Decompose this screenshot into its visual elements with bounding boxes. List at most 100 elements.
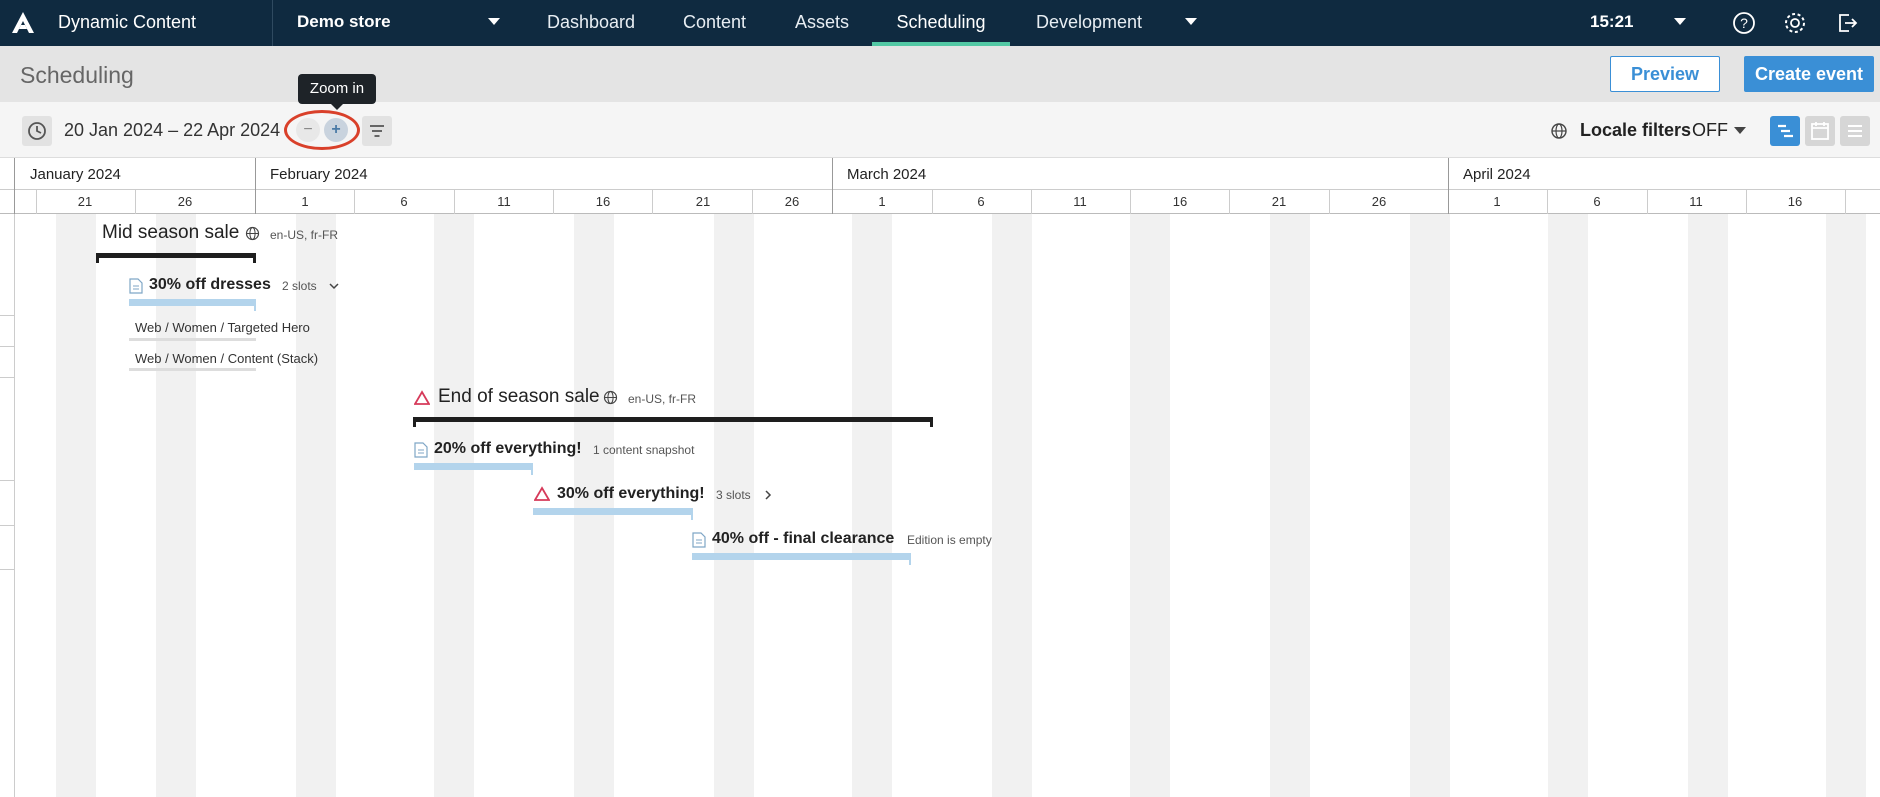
nav-dashboard[interactable]: Dashboard <box>547 0 635 46</box>
edition-title[interactable]: 30% off dresses <box>149 276 271 294</box>
logo-icon[interactable] <box>10 10 36 36</box>
month-separator <box>255 158 256 214</box>
weekend-shade <box>714 214 754 797</box>
create-event-button[interactable]: Create event <box>1744 56 1874 92</box>
nav-development[interactable]: Development <box>1036 0 1142 46</box>
logout-icon[interactable] <box>1834 10 1860 36</box>
page-header: Scheduling Preview Create event <box>0 46 1880 102</box>
day-tick <box>1547 190 1548 214</box>
date-range-label[interactable]: 20 Jan 2024 – 22 Apr 2024 <box>64 120 280 141</box>
weekend-shade <box>992 214 1032 797</box>
left-axis-tick <box>0 315 14 316</box>
month-label: January 2024 <box>30 166 121 183</box>
left-axis-tick <box>0 346 14 347</box>
development-caret-down-icon[interactable] <box>1185 18 1197 25</box>
slot-label[interactable]: Web / Women / Content (Stack) <box>135 351 318 366</box>
day-tick <box>454 190 455 214</box>
page-title: Scheduling <box>20 62 134 88</box>
edition-title[interactable]: 40% off - final clearance <box>712 530 894 548</box>
day-label: 11 <box>497 194 511 209</box>
svg-text:?: ? <box>1740 15 1748 31</box>
event-title[interactable]: End of season sale <box>438 386 600 408</box>
month-header-row: January 2024 February 2024 March 2024 Ap… <box>0 158 1880 190</box>
edition-slots-count[interactable]: 2 slots <box>282 279 317 293</box>
edition-title[interactable]: 20% off everything! <box>434 440 582 458</box>
slot-bar <box>129 368 256 371</box>
day-label: 26 <box>784 194 800 209</box>
store-caret-down-icon[interactable] <box>488 18 500 25</box>
event-bar[interactable] <box>413 417 933 427</box>
edition-title[interactable]: 30% off everything! <box>557 485 705 503</box>
zoom-in-button[interactable]: + <box>324 118 348 142</box>
zoom-in-tooltip: Zoom in <box>298 74 376 110</box>
day-label: 26 <box>1371 194 1387 209</box>
weekend-shade <box>1270 214 1310 797</box>
slot-bar <box>129 338 256 341</box>
date-range-button[interactable] <box>22 116 52 146</box>
day-label: 1 <box>878 194 886 209</box>
app-name: Dynamic Content <box>58 12 197 32</box>
list-view-button[interactable] <box>1840 116 1870 146</box>
day-tick <box>1845 190 1846 214</box>
edition-slots-count[interactable]: 3 slots <box>716 488 751 502</box>
day-tick <box>652 190 653 214</box>
day-label: 16 <box>1172 194 1188 209</box>
chevron-right-icon[interactable] <box>762 489 774 501</box>
gear-icon[interactable] <box>1782 10 1808 36</box>
locale-caret-down-icon[interactable] <box>1734 127 1746 134</box>
time-caret-down-icon[interactable] <box>1674 18 1686 25</box>
clock-icon <box>28 122 46 140</box>
filter-button[interactable] <box>362 116 392 146</box>
day-label: 6 <box>1593 194 1601 209</box>
timeline-view-button[interactable] <box>1770 116 1800 146</box>
slot-label[interactable]: Web / Women / Targeted Hero <box>135 320 310 335</box>
weekend-shade <box>56 214 96 797</box>
day-label: 11 <box>1073 194 1087 209</box>
calendar-view-button[interactable] <box>1805 116 1835 146</box>
preview-button[interactable]: Preview <box>1610 56 1720 92</box>
month-separator <box>832 158 833 214</box>
zoom-out-button[interactable]: − <box>296 118 320 142</box>
globe-icon <box>245 226 260 241</box>
top-bar: Dynamic Content Demo store Dashboard Con… <box>0 0 1880 46</box>
day-label: 21 <box>1271 194 1287 209</box>
day-tick <box>354 190 355 214</box>
month-label: March 2024 <box>847 166 927 183</box>
locale-filters-toggle[interactable]: OFF <box>1692 120 1728 141</box>
help-icon[interactable]: ? <box>1731 10 1757 36</box>
left-axis-tick <box>0 569 14 570</box>
globe-icon <box>603 390 618 405</box>
edition-bar[interactable] <box>414 463 533 475</box>
calendar-icon <box>1811 122 1829 140</box>
day-label: 6 <box>400 194 408 209</box>
event-bar[interactable] <box>96 253 256 263</box>
day-tick <box>36 190 37 214</box>
nav-assets[interactable]: Assets <box>795 0 849 46</box>
left-axis-line <box>14 214 15 797</box>
nav-content[interactable]: Content <box>683 0 746 46</box>
edition-bar[interactable] <box>692 553 911 565</box>
day-label: 1 <box>1493 194 1501 209</box>
timeline-icon <box>1778 124 1793 138</box>
weekend-shade <box>434 214 474 797</box>
day-tick <box>932 190 933 214</box>
edition-bar[interactable] <box>533 508 693 520</box>
day-label: 11 <box>1689 194 1703 209</box>
store-selector[interactable]: Demo store <box>297 12 391 32</box>
day-header-row: 21 26 1 6 11 16 21 26 1 6 11 16 21 26 1 … <box>0 190 1880 214</box>
list-icon <box>1848 125 1862 137</box>
nav-scheduling[interactable]: Scheduling <box>872 0 1010 46</box>
weekend-shade <box>1410 214 1450 797</box>
day-label: 1 <box>301 194 309 209</box>
month-separator <box>1448 158 1449 214</box>
event-title[interactable]: Mid season sale <box>102 222 239 244</box>
warning-icon <box>534 486 550 501</box>
filter-icon <box>370 125 384 137</box>
chevron-down-icon[interactable] <box>328 280 340 292</box>
left-axis-tick <box>0 377 14 378</box>
month-label: April 2024 <box>1463 166 1531 183</box>
edition-bar[interactable] <box>129 299 256 311</box>
day-tick <box>553 190 554 214</box>
day-label: 21 <box>695 194 711 209</box>
clock-time: 15:21 <box>1590 12 1634 31</box>
